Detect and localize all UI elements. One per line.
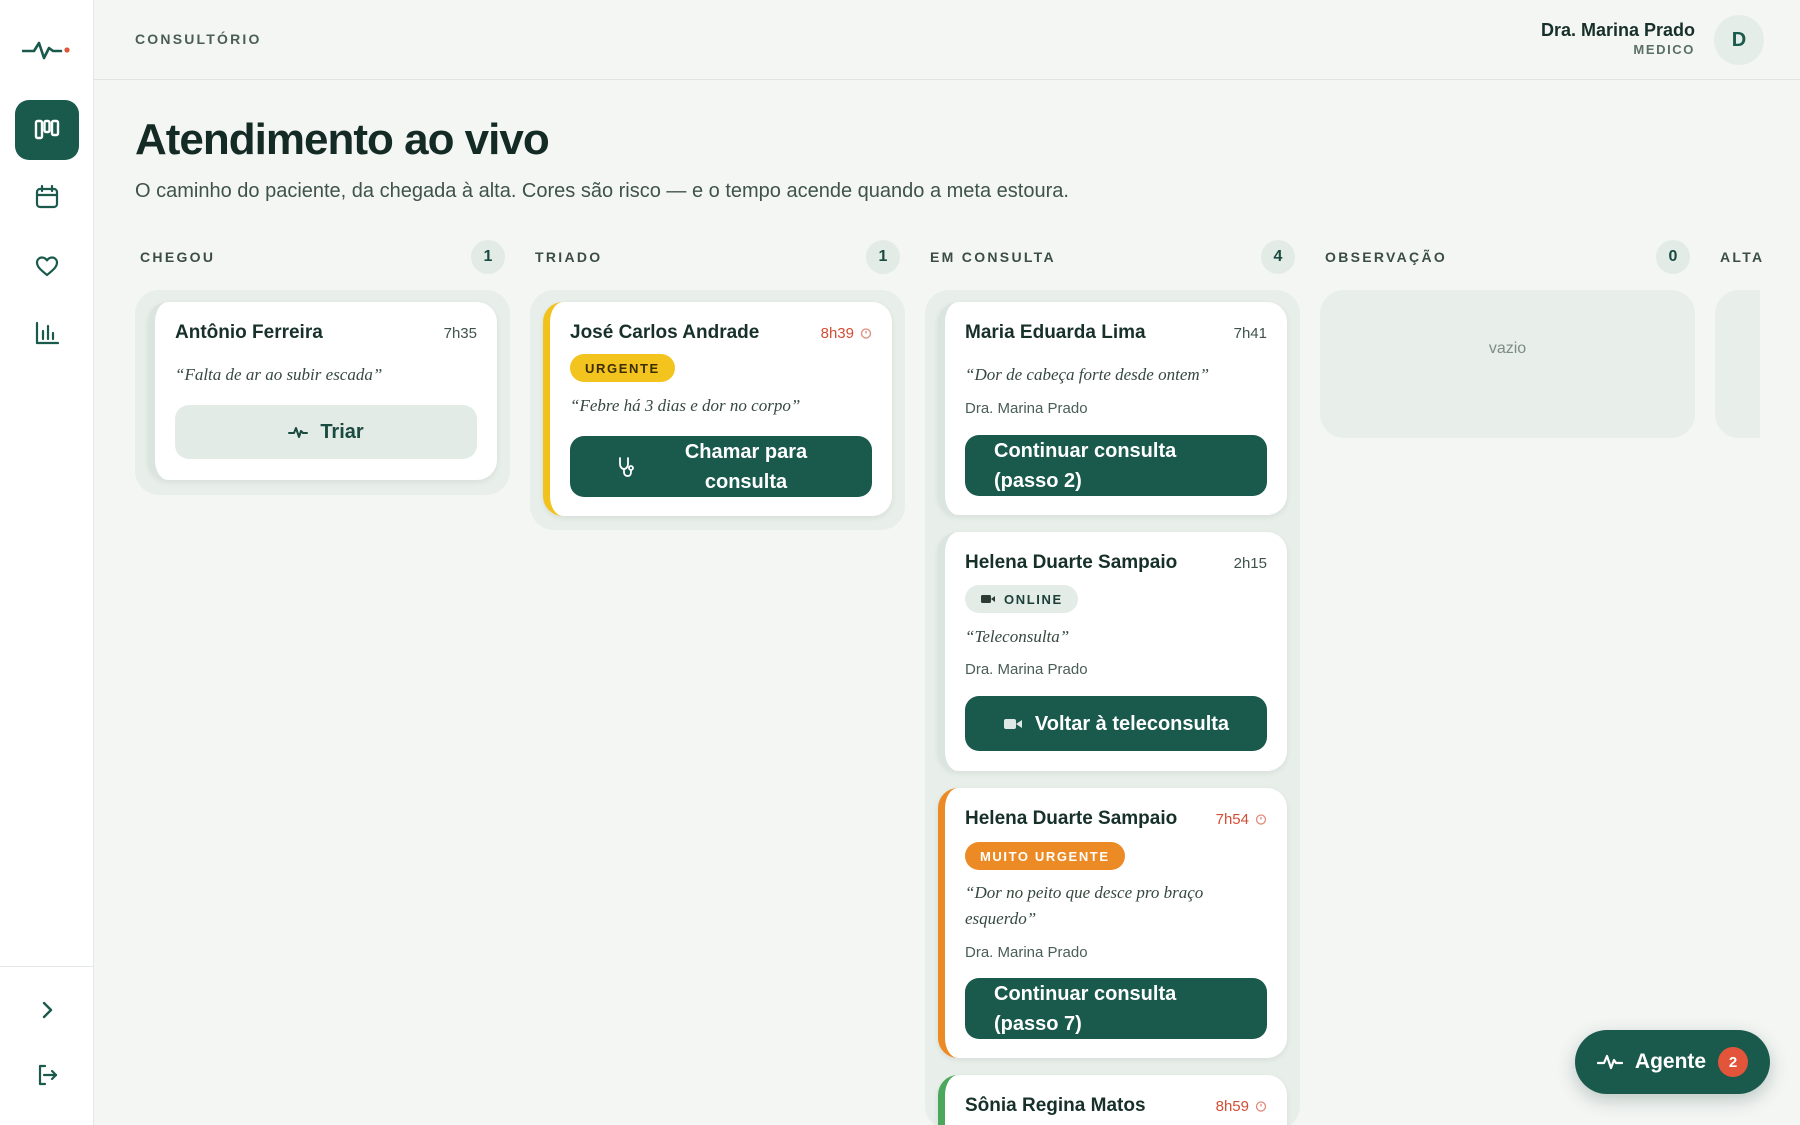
calendar-icon [35,184,59,209]
patient-card[interactable]: Antônio Ferreira 7h35 “Falta de ar ao su… [148,302,497,480]
risk-badge: MUITO URGENTE [965,842,1125,870]
pulse-icon [288,425,309,439]
video-camera-icon [1003,717,1023,731]
top-bar: CONSULTÓRIO Dra. Marina Prado MEDICO D [94,0,1800,80]
return-teleconsultation-label: Voltar à teleconsulta [1034,712,1230,735]
wait-time: 7h35 [443,325,477,342]
chief-complaint: “Febre há 3 dias e dor no corpo” [570,396,801,415]
column-title: ALTA [1720,249,1765,265]
nav-reports[interactable] [15,303,79,363]
column-header-observacao: OBSERVAÇÃO 0 [1320,240,1690,274]
column-title: EM CONSULTA [930,249,1056,265]
assigned-doctor: Dra. Marina Prado [965,400,1088,417]
triage-button[interactable]: Triar [175,405,477,459]
wait-time-value: 7h54 [1215,811,1249,828]
user-name: Dra. Marina Prado [1540,20,1695,40]
section-breadcrumb: CONSULTÓRIO [135,31,262,47]
column-count: 1 [471,240,505,274]
chevron-right-icon [42,1001,53,1019]
online-badge-label: ONLINE [1004,591,1063,607]
logout-button[interactable] [15,1045,79,1105]
nav-board[interactable] [15,100,79,160]
column-title: CHEGOU [140,249,216,265]
patient-card[interactable]: José Carlos Andrade 8h39 URGENTE “Febre … [543,302,892,516]
column-count: 4 [1261,240,1295,274]
clock-icon [1255,1101,1267,1112]
user-role: MEDICO [1633,42,1695,57]
patient-card[interactable]: Sônia Regina Matos 8h59 [938,1075,1287,1125]
pulse-icon [1596,1053,1623,1071]
clock-icon [860,328,872,339]
triage-button-label: Triar [320,421,364,443]
column-count: 1 [866,240,900,274]
call-patient-button[interactable]: Chamar para consulta [570,436,872,497]
sidebar-divider [0,966,94,967]
logout-icon [38,1064,58,1086]
chief-complaint: “Falta de ar ao subir escada” [175,365,383,384]
wait-time: 8h59 [1216,1098,1267,1115]
return-teleconsultation-button[interactable]: Voltar à teleconsulta [965,696,1267,751]
patient-name: Maria Eduarda Lima [965,322,1146,343]
assigned-doctor: Dra. Marina Prado [965,944,1088,961]
column-count: 0 [1656,240,1690,274]
wait-time: 8h39 [821,325,872,342]
chief-complaint: “Dor de cabeça forte desde ontem” [965,365,1210,384]
agent-button[interactable]: Agente 2 [1575,1030,1770,1094]
page-subtitle: O caminho do paciente, da chegada à alta… [135,180,1069,202]
column-header-triado: TRIADO 1 [530,240,900,274]
agent-button-label: Agente [1634,1050,1707,1073]
patient-name: José Carlos Andrade [570,322,760,343]
wait-time-value: 8h59 [1215,1098,1249,1115]
lane-observacao: vazio [1320,290,1695,438]
patient-name: Antônio Ferreira [175,322,323,343]
kanban-board-icon [34,119,60,140]
call-patient-label: Chamar para consulta [684,440,808,493]
wait-time: 7h54 [1216,811,1267,828]
patient-name: Sônia Regina Matos [965,1095,1146,1116]
patient-card[interactable]: Helena Duarte Sampaio 7h54 MUITO URGENTE… [938,788,1287,1058]
video-camera-icon [980,593,996,605]
column-title: TRIADO [535,249,603,265]
lane-alta [1715,290,1760,438]
pulse-logo-icon[interactable] [22,38,72,62]
column-header-alta: ALTA [1715,240,1795,274]
column-header-em-consulta: EM CONSULTA 4 [925,240,1295,274]
bar-chart-icon [35,321,60,345]
chief-complaint: “Dor no peito que desce pro braço esquer… [965,883,1204,928]
expand-sidebar-button[interactable] [15,980,79,1040]
online-badge: ONLINE [965,585,1078,613]
continue-consultation-button[interactable]: Continuar consulta (passo 2) [965,435,1267,496]
wait-time-value: 8h39 [820,325,854,342]
sidebar [0,0,94,1125]
column-header-chegou: CHEGOU 1 [135,240,505,274]
clock-icon [1255,814,1267,825]
patient-card[interactable]: Helena Duarte Sampaio 2h15 ONLINE “Telec… [938,532,1287,771]
empty-lane-label: vazio [1488,340,1527,357]
notification-badge: 2 [1718,1047,1749,1077]
risk-badge: URGENTE [570,354,675,382]
wait-time: 2h15 [1233,555,1267,572]
nav-health[interactable] [15,236,79,296]
continue-consultation-label: Continuar consulta (passo 2) [994,439,1177,492]
patient-card[interactable]: Maria Eduarda Lima 7h41 “Dor de cabeça f… [938,302,1287,515]
assigned-doctor: Dra. Marina Prado [965,661,1088,678]
wait-time: 7h41 [1233,325,1267,342]
page-title: Atendimento ao vivo [135,115,550,164]
patient-name: Helena Duarte Sampaio [965,808,1178,829]
continue-consultation-label: Continuar consulta (passo 7) [994,982,1177,1035]
stethoscope-icon [616,456,636,478]
chief-complaint: “Teleconsulta” [965,627,1070,646]
heart-icon [35,256,59,277]
patient-name: Helena Duarte Sampaio [965,552,1178,573]
column-title: OBSERVAÇÃO [1325,249,1448,265]
avatar[interactable]: D [1714,15,1764,65]
nav-calendar[interactable] [15,167,79,227]
continue-consultation-button[interactable]: Continuar consulta (passo 7) [965,978,1267,1039]
